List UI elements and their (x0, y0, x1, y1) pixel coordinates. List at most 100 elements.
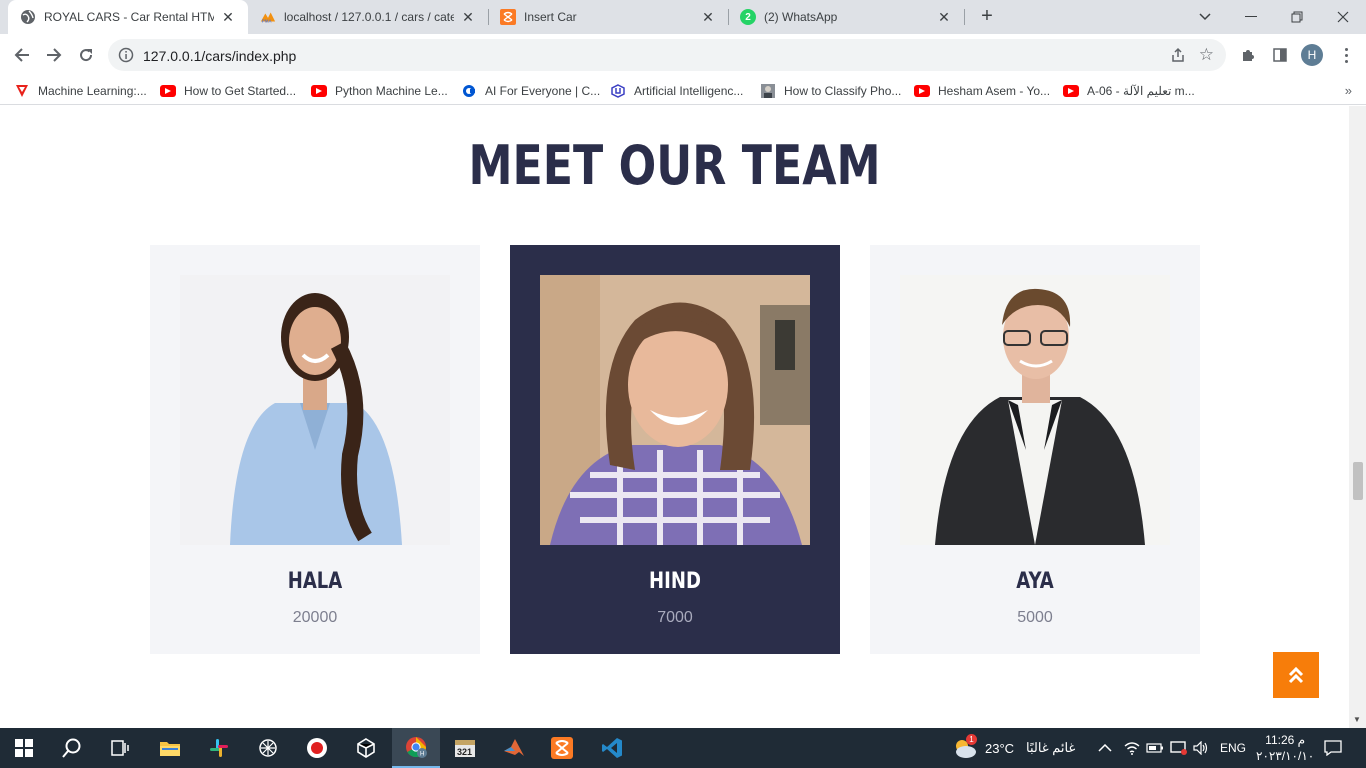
weather-widget[interactable]: 1 23°C غائم غالبًا (952, 728, 1075, 768)
forward-arrow-icon[interactable] (40, 41, 68, 69)
side-panel-icon[interactable] (1268, 43, 1292, 67)
bookmark-label: Python Machine Le... (335, 84, 448, 98)
site-info-icon[interactable] (118, 47, 134, 63)
search-icon[interactable] (48, 728, 96, 768)
scroll-down-arrow-icon[interactable]: ▼ (1353, 715, 1361, 724)
app-icon[interactable] (244, 728, 292, 768)
close-tab-icon[interactable]: ✕ (460, 9, 476, 26)
team-member-name: HIND (649, 569, 701, 594)
bookmark-item[interactable]: Hesham Asem - Yo... (914, 82, 1050, 100)
screen-record-icon[interactable] (1170, 728, 1188, 768)
clock-time: 11:26 م (1265, 733, 1306, 747)
bookmark-item[interactable]: How to Classify Pho... (760, 82, 901, 100)
team-card: HALA 20000 (150, 245, 480, 654)
tab-phpmyadmin[interactable]: PMA localhost / 127.0.0.1 / cars / cate … (248, 0, 488, 34)
weather-description: غائم غالبًا (1026, 740, 1076, 755)
bookmark-item[interactable]: Machine Learning:... (14, 82, 147, 100)
back-to-top-button[interactable] (1273, 652, 1319, 698)
extensions-icon[interactable] (1236, 43, 1260, 67)
bookmark-label: Hesham Asem - Yo... (938, 84, 1051, 98)
bookmark-item[interactable]: Artificial Intelligenc... (610, 82, 743, 100)
tab-title: (2) WhatsApp (764, 10, 838, 24)
menu-kebab-icon[interactable] (1336, 44, 1356, 66)
url-text[interactable]: 127.0.0.1/cars/index.php (143, 48, 296, 64)
svg-text:H: H (420, 752, 424, 758)
page-scrollbar[interactable]: ▼ (1349, 106, 1366, 728)
notifications-icon[interactable] (1324, 728, 1342, 768)
bookmarks-overflow-icon[interactable]: » (1345, 83, 1352, 98)
coursera-icon (461, 85, 477, 97)
share-icon[interactable] (1170, 47, 1186, 68)
bookmark-label: Machine Learning:... (38, 84, 147, 98)
record-icon[interactable] (293, 728, 341, 768)
whatsapp-icon: 2 (740, 9, 756, 25)
whatsapp-badge: 2 (745, 11, 751, 23)
tensorflow-icon (14, 85, 30, 97)
team-card: AYA 5000 (870, 245, 1200, 654)
globe-icon (20, 9, 36, 25)
vscode-icon[interactable] (588, 728, 636, 768)
volume-icon[interactable] (1193, 728, 1209, 768)
team-member-photo (540, 275, 810, 545)
close-window-icon[interactable] (1320, 0, 1366, 34)
slack-icon[interactable] (195, 728, 243, 768)
team-member-salary: 7000 (657, 609, 693, 626)
tab-royal-cars[interactable]: ROYAL CARS - Car Rental HTML ✕ (8, 0, 248, 34)
calendar-app-icon[interactable]: 321 (441, 728, 489, 768)
weather-badge: 1 (966, 734, 977, 745)
weather-temperature: 23°C (985, 740, 1015, 756)
unity-icon[interactable] (342, 728, 390, 768)
windows-start-icon[interactable] (0, 728, 48, 768)
new-tab-button[interactable]: + (975, 5, 999, 29)
bookmark-star-icon[interactable]: ☆ (1199, 45, 1214, 65)
double-chevron-up-icon (1288, 666, 1304, 684)
youtube-icon (1063, 85, 1079, 97)
chrome-taskbar-icon[interactable]: H (392, 728, 440, 768)
youtube-icon (311, 85, 327, 97)
bookmark-label: A-06 - تعليم الآلة m... (1087, 84, 1195, 98)
tab-strip: ROYAL CARS - Car Rental HTML ✕ PMA local… (0, 0, 1366, 34)
task-view-icon[interactable] (96, 728, 144, 768)
team-member-name: AYA (1016, 569, 1054, 594)
back-arrow-icon[interactable] (8, 41, 36, 69)
wifi-icon[interactable] (1124, 728, 1140, 768)
bookmark-item[interactable]: AI For Everyone | C... (461, 82, 600, 100)
team-card-highlighted: HIND 7000 (510, 245, 840, 654)
team-member-salary: 20000 (292, 609, 338, 626)
windows-taskbar: H 321 1 23°C غائم غالبًا ENG 11:26 م ٢٠٢… (0, 728, 1366, 768)
close-tab-icon[interactable]: ✕ (700, 9, 716, 26)
svg-text:321: 321 (457, 747, 472, 757)
close-tab-icon[interactable]: ✕ (220, 9, 236, 26)
minimize-icon[interactable] (1228, 0, 1274, 34)
team-member-salary: 5000 (1017, 609, 1053, 626)
show-hidden-icons-icon[interactable] (1098, 728, 1112, 768)
tab-search-icon[interactable] (1182, 0, 1228, 34)
battery-icon[interactable] (1146, 728, 1164, 768)
bookmark-item[interactable]: How to Get Started... (160, 82, 296, 100)
team-member-name: HALA (287, 569, 343, 594)
bookmarks-bar: Machine Learning:... How to Get Started.… (0, 76, 1366, 105)
scrollbar-thumb[interactable] (1353, 462, 1363, 500)
clock[interactable]: 11:26 م ٢٠٢٣/١٠/١٠ (1256, 728, 1314, 768)
close-tab-icon[interactable]: ✕ (936, 9, 952, 26)
tab-title: Insert Car (524, 10, 577, 24)
input-language[interactable]: ENG (1220, 728, 1246, 768)
matlab-icon[interactable] (490, 728, 538, 768)
address-bar[interactable]: 127.0.0.1/cars/index.php ☆ (108, 39, 1226, 71)
restore-icon[interactable] (1274, 0, 1320, 34)
xampp-taskbar-icon[interactable] (538, 728, 586, 768)
udacity-icon (610, 84, 626, 98)
reload-icon[interactable] (72, 41, 100, 69)
profile-avatar[interactable]: H (1301, 44, 1323, 66)
weather-cloud-icon: 1 (952, 734, 978, 759)
tab-whatsapp[interactable]: 2 (2) WhatsApp ✕ (728, 0, 964, 34)
bookmark-item[interactable]: Python Machine Le... (311, 82, 448, 100)
tab-title: localhost / 127.0.0.1 / cars / cate (284, 10, 454, 24)
tab-insert-car[interactable]: Insert Car ✕ (488, 0, 728, 34)
svg-text:PMA: PMA (262, 18, 273, 23)
tab-title: ROYAL CARS - Car Rental HTML (44, 10, 214, 24)
bookmark-label: AI For Everyone | C... (485, 84, 601, 98)
file-explorer-icon[interactable] (146, 728, 194, 768)
bookmark-item[interactable]: A-06 - تعليم الآلة m... (1063, 82, 1195, 100)
xampp-icon (500, 9, 516, 25)
